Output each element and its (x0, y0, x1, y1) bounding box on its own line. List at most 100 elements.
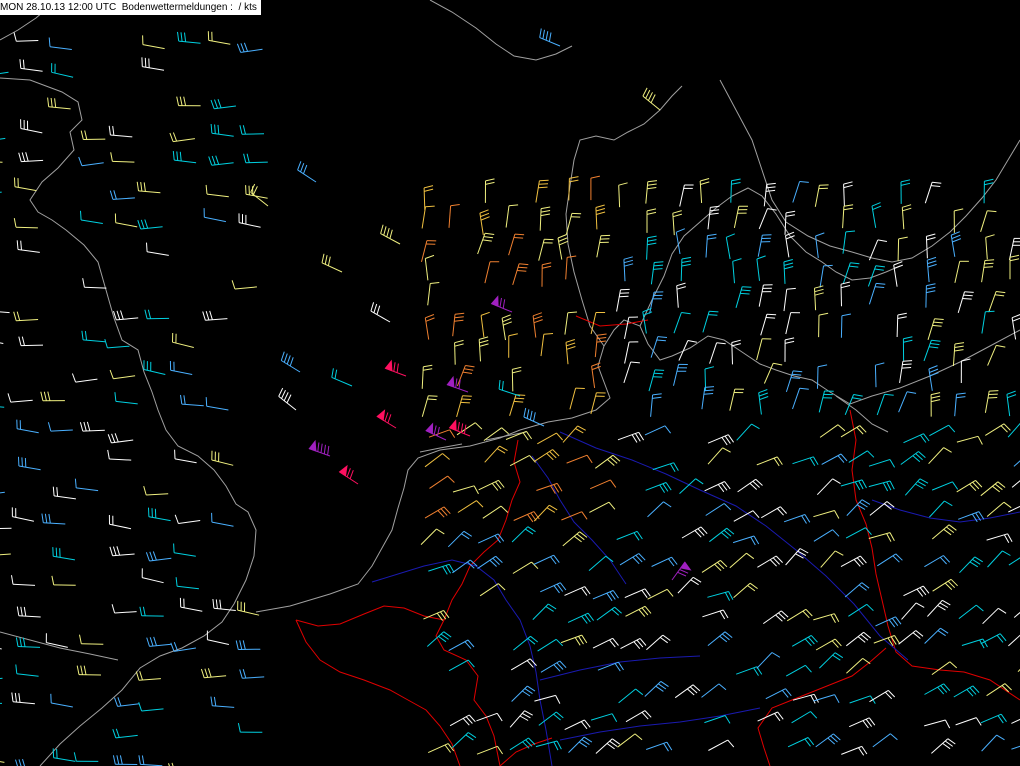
wind-barb (421, 395, 438, 417)
wind-barb (457, 500, 484, 513)
wind-barb (705, 503, 732, 516)
wind-barb (961, 638, 988, 649)
wind-barb (76, 665, 102, 676)
wind-barb (900, 179, 911, 204)
wind-barb (421, 205, 435, 229)
wind-barb (250, 183, 269, 207)
wind-barb (848, 717, 876, 729)
wind-barb (567, 612, 595, 624)
wind-barb (959, 556, 983, 574)
wind-barb (539, 28, 561, 47)
wind-barb (958, 604, 984, 619)
wind-barb (512, 263, 529, 286)
wind-barb (541, 262, 552, 287)
wind-barb (1011, 745, 1020, 750)
wind-barb (421, 364, 433, 389)
wind-barb (238, 213, 261, 228)
wind-barb (490, 295, 513, 313)
wind-barb (783, 287, 796, 312)
wind-barb (901, 602, 925, 620)
wind-barb (980, 633, 1007, 645)
wind-barb (673, 363, 688, 386)
wind-barb (588, 555, 614, 571)
wind-barb (732, 535, 760, 546)
wind-barb (709, 527, 735, 543)
wind-barb (13, 218, 38, 229)
wind-barb (427, 282, 440, 306)
wind-barb (523, 407, 545, 427)
wind-barb (173, 543, 196, 557)
wind-barb (931, 481, 959, 491)
wind-barb (426, 631, 452, 647)
wind-barb (48, 37, 72, 50)
wind-barb (533, 449, 560, 463)
wind-barb (452, 312, 465, 337)
river-elbe (559, 431, 909, 661)
wind-barb (533, 554, 560, 565)
wind-barb (893, 261, 903, 287)
wind-barb (505, 430, 533, 441)
wind-barb (707, 434, 735, 446)
wind-barb (564, 311, 578, 335)
wind-barb (813, 529, 840, 542)
wind-barb (18, 456, 41, 471)
wind-barb (616, 288, 630, 312)
wind-barb (928, 365, 939, 391)
wind-barb (650, 336, 668, 358)
wind-barb (511, 685, 536, 702)
wind-barb (783, 259, 794, 284)
wind-barb (981, 310, 995, 334)
wind-barb (534, 694, 561, 704)
wind-barb (1013, 611, 1020, 618)
wind-barb (924, 719, 951, 729)
wind-barb (679, 184, 694, 207)
wind-barb (618, 182, 628, 208)
wind-barb (872, 733, 898, 748)
wind-barb (765, 688, 792, 700)
wind-barb (243, 153, 268, 164)
wind-barb (873, 635, 900, 646)
wind-barb (143, 360, 166, 375)
wind-barb (899, 360, 913, 383)
wind-barb (757, 711, 784, 722)
wind-barb (80, 130, 106, 140)
wind-barb (52, 748, 76, 762)
wind-barb (231, 280, 257, 290)
wind-barb (642, 307, 653, 334)
wind-barb (16, 606, 41, 618)
wind-barb (15, 664, 39, 677)
wind-barb (650, 393, 662, 417)
wind-barb (927, 599, 951, 617)
wind-barb (449, 714, 476, 727)
wind-barb (736, 666, 763, 676)
wind-barb (47, 97, 71, 110)
coastline-baltic-south (835, 395, 889, 433)
wind-barb (179, 597, 203, 612)
wind-barb (646, 208, 657, 233)
wind-barb (702, 609, 729, 620)
weather-map[interactable] (0, 0, 1020, 766)
wind-barb (136, 181, 161, 194)
wind-barb (926, 256, 937, 283)
wind-barb (923, 339, 941, 362)
wind-barb (618, 688, 644, 704)
wind-barb (957, 291, 974, 314)
wind-barb (701, 386, 715, 410)
wind-barb (731, 339, 741, 365)
map-title-bar: MON 28.10.13 12:00 UTC Bodenwettermeldun… (0, 0, 261, 15)
wind-barb (1008, 557, 1020, 566)
wind-barb (843, 181, 853, 207)
wind-barb (108, 125, 133, 138)
wind-barb (13, 32, 39, 42)
wind-barb (110, 152, 135, 163)
wind-barb (176, 96, 201, 107)
wind-barb (925, 283, 936, 308)
wind-barb (1011, 314, 1020, 340)
wind-barb (982, 607, 1007, 625)
wind-barb (680, 256, 692, 282)
wind-barb (849, 695, 876, 704)
wind-barb (985, 234, 995, 260)
wind-barb (678, 340, 697, 361)
wind-barb (591, 362, 601, 388)
wind-barb (448, 639, 475, 652)
